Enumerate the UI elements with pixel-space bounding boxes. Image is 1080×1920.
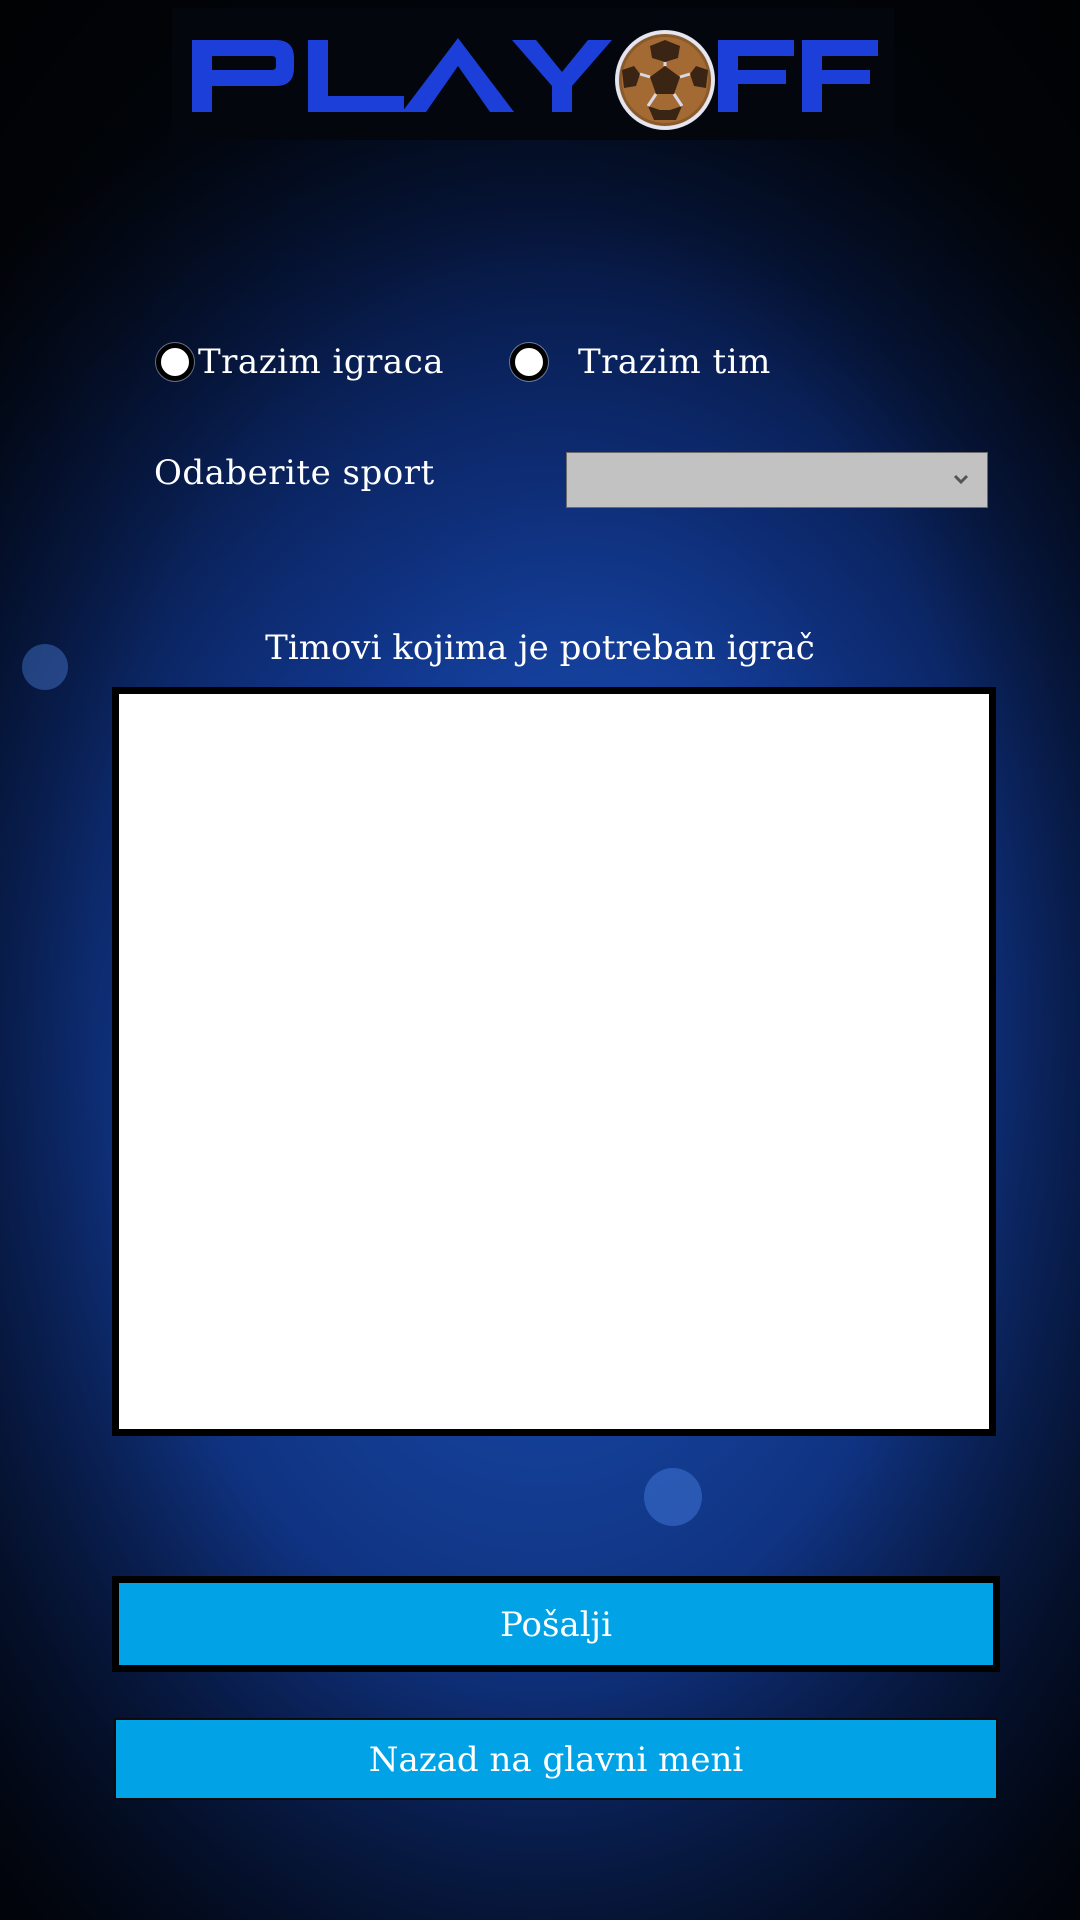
radio-option-player[interactable]: Trazim igraca (156, 342, 444, 382)
playoff-logo-graphic (192, 30, 878, 130)
chevron-down-icon (951, 469, 971, 493)
soccer-ball-icon (615, 30, 715, 130)
back-to-main-menu-button[interactable]: Nazad na glavni meni (114, 1718, 998, 1800)
bokeh-light (644, 1468, 702, 1526)
radio-player[interactable] (156, 343, 194, 381)
radio-team-label: Trazim tim (578, 342, 771, 382)
radio-player-label: Trazim igraca (198, 342, 445, 382)
playoff-logo (190, 26, 880, 138)
send-button[interactable]: Pošalji (112, 1576, 1000, 1672)
teams-list[interactable] (112, 687, 996, 1436)
radio-option-team[interactable]: Trazim tim (510, 342, 771, 382)
sport-label: Odaberite sport (154, 453, 435, 493)
teams-list-title: Timovi kojima je potreban igrač (265, 628, 815, 668)
radio-team[interactable] (510, 343, 548, 381)
sport-select[interactable] (566, 452, 988, 508)
